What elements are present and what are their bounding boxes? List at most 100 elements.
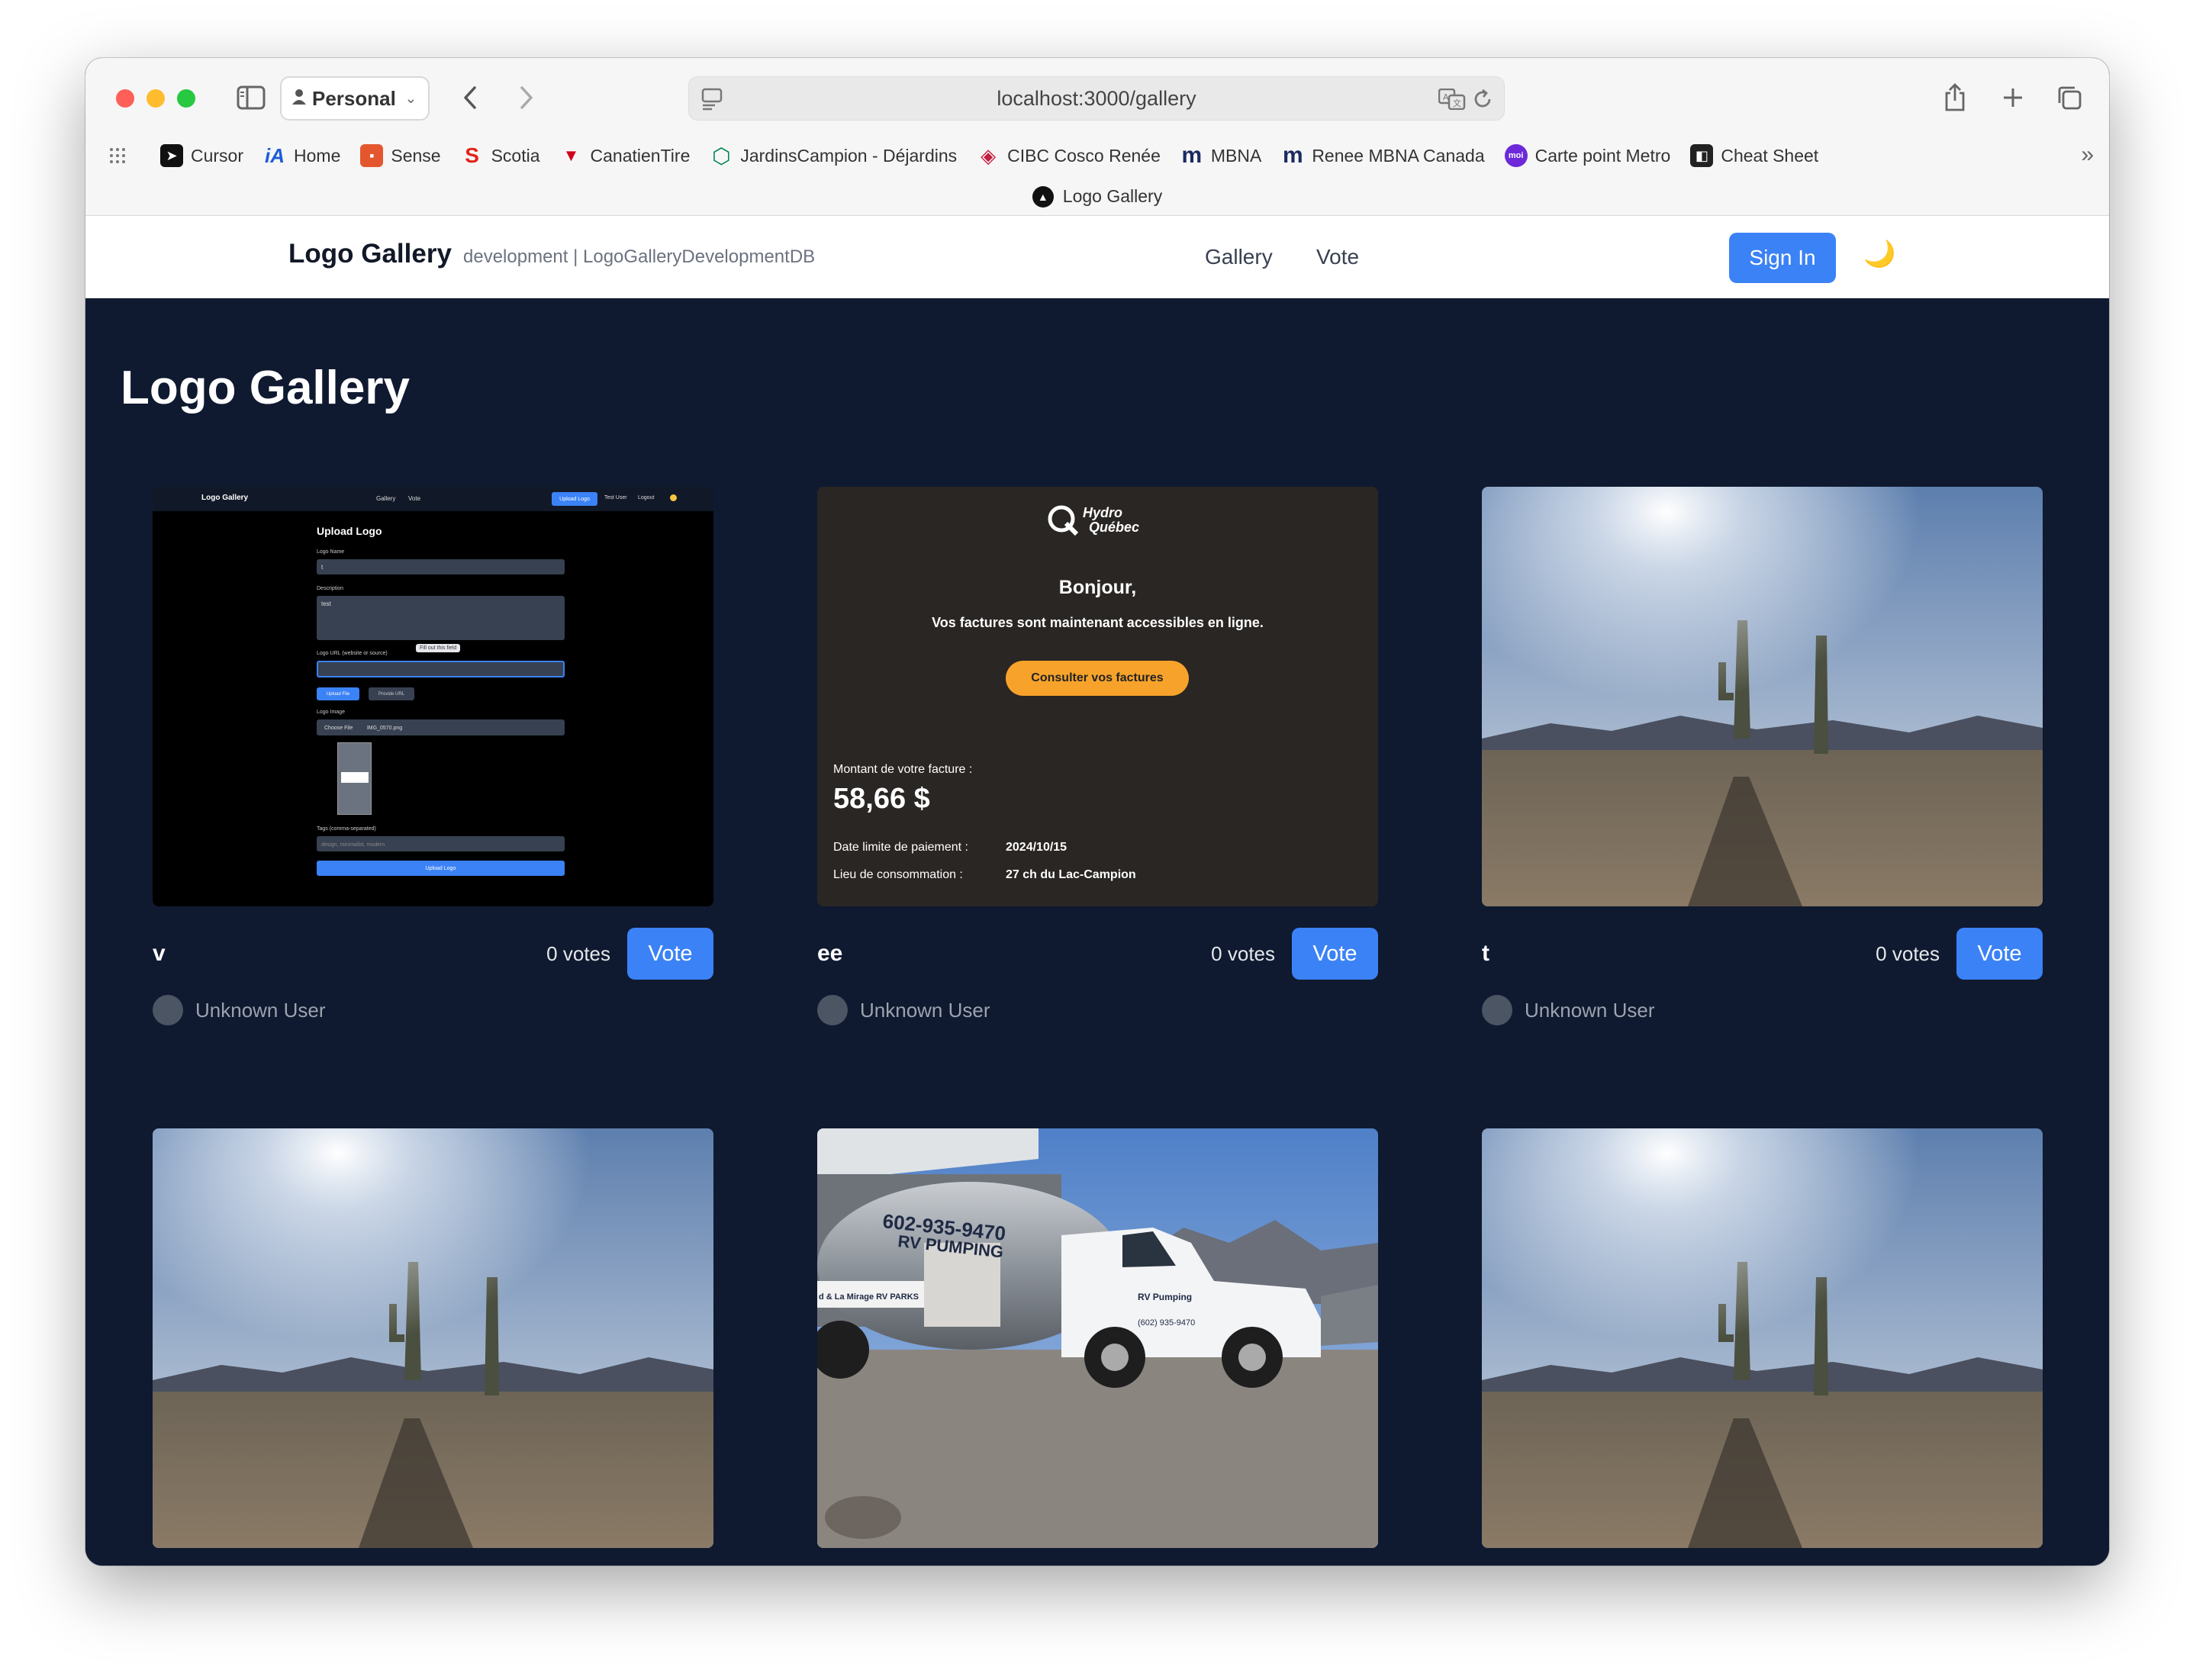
bookmark-label: Home: [294, 145, 341, 166]
mini-upload-button: Upload Logo: [552, 492, 597, 506]
translate-icon[interactable]: A文: [1438, 88, 1466, 115]
vote-count: 0 votes: [546, 941, 610, 965]
mini-file-input: Choose File IMG_0570.png: [317, 719, 565, 735]
card-footer: ee 0 votes Vote: [817, 928, 1378, 980]
desert-cactus-photo: [1482, 1128, 2043, 1548]
cursor-icon: ➤: [160, 144, 183, 167]
bookmark-metro[interactable]: moi Carte point Metro: [1504, 144, 1671, 167]
address-bar[interactable]: localhost:3000/gallery A文: [688, 76, 1505, 121]
scotia-icon: S: [465, 143, 479, 167]
bookmark-label: JardinsCampion - Déjardins: [740, 145, 958, 166]
bookmark-sense[interactable]: ▪ Sense: [360, 144, 441, 167]
hydro-quebec-email: Hydro Québec Bonjour, Vos factures sont …: [817, 487, 1378, 906]
url-text[interactable]: localhost:3000/gallery: [997, 87, 1196, 111]
owner-name: Unknown User: [195, 998, 326, 1022]
avatar: [817, 995, 848, 1025]
logo-card: Logo Gallery Gallery Vote Upload Logo Te…: [153, 487, 713, 1025]
sidebar-toggle-icon[interactable]: [233, 79, 269, 116]
mini-navbar: Logo Gallery Gallery Vote Upload Logo Te…: [153, 487, 713, 511]
vote-button[interactable]: Vote: [1292, 928, 1378, 980]
mbna-icon: m: [1181, 143, 1203, 168]
grid-icon[interactable]: [108, 146, 127, 169]
zoom-window-button[interactable]: [177, 89, 195, 108]
tab-title[interactable]: Logo Gallery: [1063, 186, 1162, 207]
bookmark-label: CanatienTire: [590, 145, 691, 166]
logo-name: ee: [817, 941, 843, 966]
forward-icon[interactable]: [510, 79, 543, 116]
park-sign-text: d & La Mirage RV PARKS: [819, 1292, 919, 1302]
mini-label: Logo URL (website or source): [317, 651, 388, 656]
page-menu-icon[interactable]: [701, 88, 723, 116]
bookmark-cibc[interactable]: ◈ CIBC Cosco Renée: [977, 144, 1161, 167]
canadian-tire-icon: ▼: [562, 146, 580, 165]
bookmark-mbna[interactable]: m MBNA: [1180, 143, 1262, 168]
triangle-logo-icon: ▲: [1032, 185, 1054, 208]
owner-info: Unknown User: [1482, 995, 2043, 1025]
back-icon[interactable]: [453, 79, 487, 116]
gallery-page: Logo Gallery Logo Gallery Gallery Vote U…: [85, 298, 2109, 1566]
vote-count: 0 votes: [1211, 941, 1275, 965]
mini-brand: Logo Gallery: [201, 494, 249, 502]
desert-cactus-photo: [153, 1128, 713, 1548]
mini-user: Test User: [604, 495, 627, 500]
vote-button[interactable]: Vote: [627, 928, 713, 980]
mini-nav-vote: Vote: [408, 495, 421, 502]
bookmark-home[interactable]: iA Home: [263, 144, 340, 167]
mini-tooltip: Fill out this field: [416, 644, 461, 652]
hydro-due-value: 2024/10/15: [1006, 841, 1068, 854]
logo-card: t 0 votes Vote Unknown User: [1482, 487, 2043, 1025]
logo-card: [153, 1128, 713, 1548]
environment-label: development | LogoGalleryDevelopmentDB: [463, 246, 816, 267]
bookmark-cursor[interactable]: ➤ Cursor: [160, 144, 243, 167]
logo-image[interactable]: [1482, 1128, 2043, 1548]
vote-button[interactable]: Vote: [1956, 928, 2043, 980]
mini-label: Tags (comma-separated): [317, 826, 376, 832]
owner-info: Unknown User: [817, 995, 1378, 1025]
bookmark-label: MBNA: [1210, 145, 1262, 166]
bookmarks-bar: ➤ Cursor iA Home ▪ Sense S Scotia ▼ Cana…: [85, 134, 2109, 177]
tab-overview-icon[interactable]: [2053, 79, 2086, 116]
bookmark-renee-mbna[interactable]: m Renee MBNA Canada: [1281, 143, 1485, 168]
close-window-button[interactable]: [116, 89, 134, 108]
hydro-message: Vos factures sont maintenant accessibles…: [932, 615, 1264, 630]
bookmark-scotia[interactable]: S Scotia: [461, 143, 540, 167]
avatar: [1482, 995, 1512, 1025]
bookmark-label: Scotia: [491, 145, 540, 166]
logo-image[interactable]: Hydro Québec Bonjour, Vos factures sont …: [817, 487, 1378, 906]
nav-vote-link[interactable]: Vote: [1316, 245, 1359, 269]
hydro-amount-label: Montant de votre facture :: [833, 763, 973, 776]
new-tab-icon[interactable]: [1996, 79, 2030, 116]
browser-window: Personal ⌄ localhost:3000/gallery A文 ➤ C…: [85, 58, 2109, 1566]
person-icon: [292, 87, 306, 111]
mini-name-input: t: [317, 559, 565, 574]
chevron-down-icon: ⌄: [404, 90, 417, 106]
ia-icon: iA: [265, 143, 285, 167]
nav-gallery-link[interactable]: Gallery: [1205, 245, 1273, 269]
bookmark-cheat-sheet[interactable]: ◧ Cheat Sheet: [1690, 144, 1818, 167]
logo-image[interactable]: [153, 1128, 713, 1548]
mini-preview-thumbnail: [337, 742, 372, 815]
logo-image[interactable]: [1482, 487, 2043, 906]
share-icon[interactable]: [1938, 79, 1972, 116]
moon-icon[interactable]: 🌙: [1863, 239, 1895, 269]
svg-text:A: A: [1443, 92, 1449, 102]
more-bookmarks-icon[interactable]: »: [2081, 142, 2094, 168]
hydro-quebec-logo: Hydro Québec: [1046, 504, 1139, 537]
bookmark-canadian-tire[interactable]: ▼ CanatienTire: [560, 144, 691, 167]
cheat-sheet-icon: ◧: [1690, 144, 1714, 167]
logo-image[interactable]: 602-935-9470 RV PUMPING d & La Mirage RV…: [817, 1128, 1378, 1548]
profile-selector[interactable]: Personal ⌄: [280, 76, 430, 121]
bookmark-label: Carte point Metro: [1534, 145, 1671, 166]
card-footer: v 0 votes Vote: [153, 928, 713, 980]
brand-title[interactable]: Logo Gallery: [288, 239, 452, 269]
reload-icon[interactable]: [1472, 88, 1493, 116]
hydro-greeting: Bonjour,: [1058, 577, 1137, 598]
bookmark-desjardins[interactable]: ⬡ JardinsCampion - Déjardins: [710, 144, 958, 168]
app-header: Logo Gallery development | LogoGalleryDe…: [85, 216, 2109, 298]
minimize-window-button[interactable]: [147, 89, 165, 108]
logo-card: 602-935-9470 RV PUMPING d & La Mirage RV…: [817, 1128, 1378, 1548]
logo-name: v: [153, 941, 166, 966]
sign-in-button[interactable]: Sign In: [1729, 233, 1836, 283]
logo-image[interactable]: Logo Gallery Gallery Vote Upload Logo Te…: [153, 487, 713, 906]
bookmark-label: Cursor: [191, 145, 244, 166]
